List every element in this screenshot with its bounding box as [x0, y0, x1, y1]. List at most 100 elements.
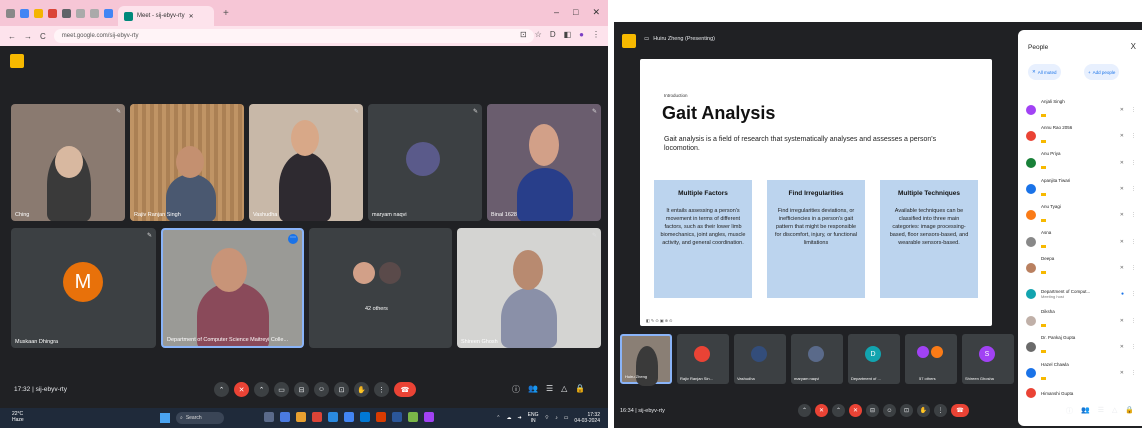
more-icon[interactable]: ⋮ [1131, 318, 1136, 324]
app-icon[interactable] [328, 412, 338, 422]
close-icon[interactable]: X [1131, 42, 1136, 51]
keep-icon[interactable] [10, 54, 24, 68]
participant-tile[interactable]: S Shireen Ghosha [962, 334, 1014, 384]
forward-icon[interactable]: → [24, 32, 32, 41]
tab-icon[interactable] [90, 8, 99, 18]
mic-off-icon[interactable]: ✕ [1120, 344, 1124, 350]
mic-off-icon[interactable]: ✕ [1120, 107, 1124, 113]
mic-off-icon[interactable]: ✕ [1120, 133, 1124, 139]
participant-tile[interactable]: D Department of ... [848, 334, 900, 384]
taskbar-search[interactable]: ⌕ Search [176, 412, 224, 424]
mic-off-button[interactable]: ✕ [234, 382, 249, 397]
app-icon[interactable] [424, 412, 434, 422]
more-icon[interactable]: ⋮ [1131, 344, 1136, 350]
captions-button[interactable]: ⊟ [294, 382, 309, 397]
participant-tile[interactable]: Vashudha [734, 334, 786, 384]
clock[interactable]: 17:32 04-03-2024 [574, 412, 600, 424]
chat-icon[interactable]: ☰ [1098, 406, 1104, 416]
participant-row[interactable]: Annu Rao 2056 ✕ ⋮ [1026, 123, 1138, 149]
participant-tile[interactable]: ✎ Ching [11, 104, 125, 221]
app-icon[interactable] [280, 412, 290, 422]
participant-tile[interactable]: Rajiv Ranjan Sin... [677, 334, 729, 384]
tab-icon[interactable] [62, 8, 71, 18]
reader-icon[interactable]: D [550, 30, 556, 39]
participant-row[interactable]: Anu Priya ✕ ⋮ [1026, 150, 1138, 176]
participant-tile[interactable]: maryam naqvi [791, 334, 843, 384]
close-window-button[interactable]: ✕ [592, 7, 600, 18]
more-icon[interactable]: ⋮ [1131, 291, 1136, 297]
keep-icon[interactable] [622, 34, 636, 48]
slide-toolbar[interactable]: ◧ ✎ ⊙ ▣ ⊕ ⊙ [646, 318, 673, 323]
mic-off-icon[interactable]: ✕ [1120, 212, 1124, 218]
language-indicator[interactable]: ENG IN [528, 412, 539, 424]
tab-icon[interactable] [20, 8, 29, 18]
participant-row[interactable]: Diksha ✕ ⋮ [1026, 307, 1138, 333]
tab-icon[interactable] [34, 8, 43, 18]
chrome-icon[interactable] [312, 412, 322, 422]
participant-row[interactable]: Department of Comput... Meeting host ● ⋮ [1026, 281, 1138, 307]
app-icon[interactable] [296, 412, 306, 422]
people-icon[interactable]: 👥 [528, 384, 538, 395]
participant-tile[interactable]: M ✎ Muskaan Dhingra [11, 228, 156, 348]
camera-options-icon[interactable]: ⌃ [254, 382, 269, 397]
chevron-up-icon[interactable]: ⌃ [496, 415, 500, 421]
participant-tile[interactable]: 42 others [309, 228, 452, 348]
camera-off-button[interactable]: ✕ [849, 404, 862, 417]
all-muted-button[interactable]: ✕ All muted [1028, 64, 1061, 80]
participant-tile[interactable]: 57 others [905, 334, 957, 384]
host-controls-icon[interactable]: 🔒 [1125, 406, 1134, 416]
profile-icon[interactable]: ● [579, 30, 584, 39]
mic-off-icon[interactable]: ✕ [1120, 318, 1124, 324]
more-icon[interactable]: ⋮ [1131, 212, 1136, 218]
mic-off-icon[interactable]: ✕ [1120, 370, 1124, 376]
participant-row[interactable]: Asna ✕ ⋮ [1026, 228, 1138, 254]
tab-icon[interactable] [6, 8, 15, 18]
people-icon[interactable]: 👥 [1081, 406, 1090, 416]
host-controls-icon[interactable]: 🔒 [575, 384, 585, 395]
mic-off-button[interactable]: ✕ [815, 404, 828, 417]
app-icon[interactable] [392, 412, 402, 422]
mic-off-icon[interactable]: ✕ [1120, 265, 1124, 271]
emoji-button[interactable]: ☺ [883, 404, 896, 417]
camera-button[interactable]: ▭ [274, 382, 289, 397]
add-people-button[interactable]: + Add people [1084, 64, 1120, 80]
reload-icon[interactable]: C [40, 32, 46, 41]
minimize-button[interactable]: – [554, 7, 559, 18]
app-icon[interactable] [264, 412, 274, 422]
windows-start-icon[interactable] [160, 413, 170, 423]
maximize-button[interactable]: □ [573, 7, 578, 18]
leave-call-button[interactable]: ☎ [951, 404, 969, 417]
participant-row[interactable]: Dr. Pankaj Gupta ✕ ⋮ [1026, 334, 1138, 360]
close-icon[interactable]: ✕ [189, 13, 194, 20]
leave-call-button[interactable]: ☎ [394, 382, 416, 397]
active-tab[interactable]: Meet - sij-ebyv-rty ✕ [118, 6, 214, 26]
raise-hand-button[interactable]: ✋ [354, 382, 369, 397]
mic-off-icon[interactable]: ✕ [1120, 239, 1124, 245]
volume-icon[interactable]: ♪ [555, 415, 558, 421]
cloud-icon[interactable]: ☁ [506, 415, 511, 421]
participant-tile-speaking[interactable]: ⋯ Department of Computer Science Maitrey… [161, 228, 304, 348]
chat-icon[interactable]: ☰ [546, 384, 553, 395]
wifi-icon[interactable]: ⌔ [544, 415, 549, 421]
menu-icon[interactable]: ⋮ [592, 30, 600, 39]
participant-tile[interactable]: Rajiv Ranjan Singh [130, 104, 244, 221]
more-options-button[interactable]: ⋮ [374, 382, 389, 397]
raise-hand-button[interactable]: ✋ [917, 404, 930, 417]
tab-icon[interactable] [76, 8, 85, 18]
participant-row[interactable]: Apanjita Tiwari ✕ ⋮ [1026, 176, 1138, 202]
arrow-icon[interactable]: ➜ [517, 415, 521, 421]
app-icon[interactable] [408, 412, 418, 422]
sidebar-icon[interactable]: ◧ [564, 30, 572, 39]
more-options-button[interactable]: ⋮ [934, 404, 947, 417]
app-icon[interactable] [344, 412, 354, 422]
star-icon[interactable]: ☆ [535, 30, 542, 39]
cast-icon[interactable]: ⊡ [520, 30, 527, 39]
battery-icon[interactable]: ▭ [564, 415, 569, 421]
present-button[interactable]: ⊡ [900, 404, 913, 417]
more-icon[interactable]: ⋮ [1131, 133, 1136, 139]
mic-off-icon[interactable]: ✕ [1120, 186, 1124, 192]
participant-row[interactable]: Deepa ✕ ⋮ [1026, 255, 1138, 281]
present-button[interactable]: ⊡ [334, 382, 349, 397]
participant-row[interactable]: Anu Tyagi ✕ ⋮ [1026, 202, 1138, 228]
tab-icon[interactable] [48, 8, 57, 18]
